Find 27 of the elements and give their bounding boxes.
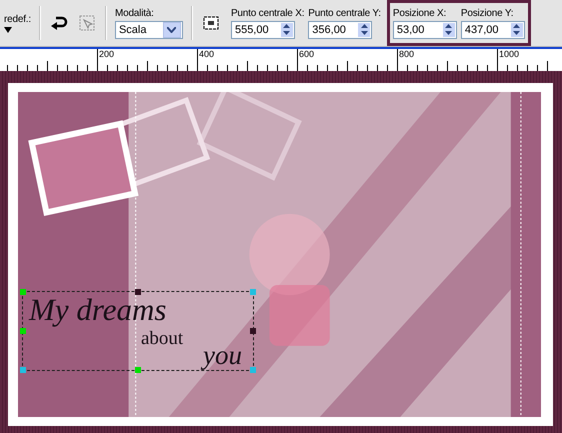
preset-label: redef.: [4,14,31,24]
field-label: Punto centrale Y: [308,8,381,18]
resize-handle[interactable] [20,289,26,295]
mode-label: Modalità: [114,8,155,18]
number-spinner[interactable]: 437,00 [460,20,525,38]
mode-dropdown[interactable]: Scala [114,20,183,38]
caret-icon[interactable] [162,22,181,38]
resize-handle[interactable] [250,328,256,334]
field-label: Posizione Y: [460,8,514,18]
ruler-label: 200 [99,49,114,59]
number-spinner[interactable]: 356,00 [308,20,372,38]
artwork-text: you [203,340,242,371]
ruler-label: 600 [299,49,314,59]
field-label: Posizione X: [392,8,448,18]
number-spinner[interactable]: 555,00 [230,20,295,38]
resize-handle[interactable] [20,367,26,373]
number-spinner[interactable]: 53,00 [392,20,457,38]
caret-icon[interactable] [4,26,12,32]
ruler-label: 1000 [499,49,520,59]
artwork-text: about [141,328,184,350]
resize-handle[interactable] [20,328,26,334]
resize-handle[interactable] [135,367,141,373]
ruler-label: 800 [399,49,414,59]
ruler-label: 400 [199,49,214,59]
field-label: Punto centrale X: [230,8,304,18]
resize-handle[interactable] [250,367,256,373]
resize-handle[interactable] [250,289,256,295]
